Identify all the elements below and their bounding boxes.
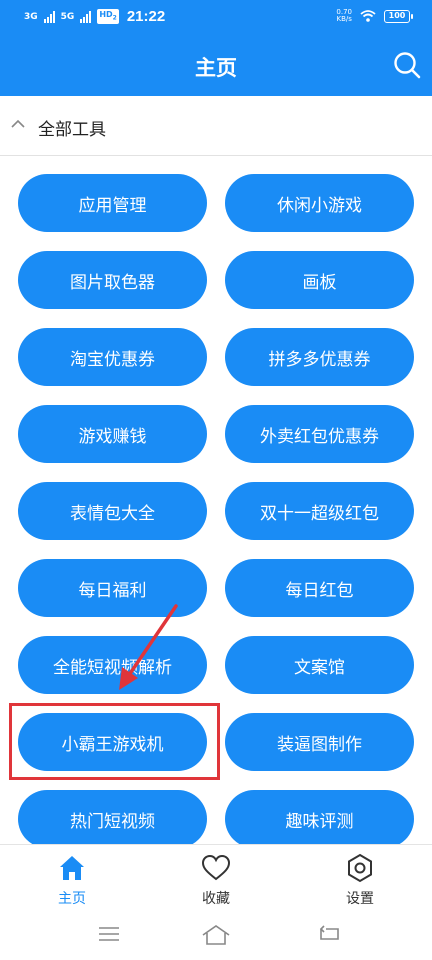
clock: 21:22	[126, 8, 166, 25]
network-speed: 0.70 KB/s	[336, 8, 352, 23]
chevron-up-icon	[11, 119, 25, 128]
tool-button-hot-short-videos[interactable]: 热门短视频	[18, 790, 207, 844]
tool-button-color-picker[interactable]: 图片取色器	[18, 251, 207, 309]
tool-button-game-earnings[interactable]: 游戏赚钱	[18, 405, 207, 463]
hd-badge: HD2	[97, 9, 119, 24]
heart-icon	[201, 854, 231, 881]
all-tools-section-toggle[interactable]: 全部工具	[0, 96, 432, 156]
nav-label-home: 主页	[58, 891, 86, 907]
page-title: 主页	[195, 56, 237, 80]
tool-button-casual-games[interactable]: 休闲小游戏	[225, 174, 414, 232]
tool-button-pinduoduo-coupons[interactable]: 拼多多优惠券	[225, 328, 414, 386]
settings-hexagon-icon	[348, 853, 372, 883]
tool-button-drawing-board[interactable]: 画板	[225, 251, 414, 309]
nav-item-settings[interactable]: 设置	[288, 845, 432, 913]
tool-button-copywriting[interactable]: 文案馆	[225, 636, 414, 694]
tool-button-fun-tests[interactable]: 趣味评测	[225, 790, 414, 844]
tool-button-double-eleven-red-packet[interactable]: 双十一超级红包	[225, 482, 414, 540]
signal-bars-icon	[80, 10, 92, 23]
tool-button-meme-maker[interactable]: 装逼图制作	[225, 713, 414, 771]
bottom-nav: 主页 收藏 设置	[0, 844, 432, 912]
tool-button-taobao-coupons[interactable]: 淘宝优惠券	[18, 328, 207, 386]
app-header: 3G 5G HD2 21:22 0.70 KB/s 100 主页	[0, 0, 432, 96]
home-icon	[60, 856, 84, 880]
tool-button-daily-benefits[interactable]: 每日福利	[18, 559, 207, 617]
status-bar: 3G 5G HD2 21:22 0.70 KB/s 100	[0, 0, 432, 34]
signal1-label: 3G	[24, 11, 38, 22]
section-title: 全部工具	[38, 120, 106, 140]
tool-button-app-manager[interactable]: 应用管理	[18, 174, 207, 232]
signal-bars-icon	[43, 10, 55, 23]
battery-indicator: 100	[384, 9, 413, 23]
tool-button-sticker-collection[interactable]: 表情包大全	[18, 482, 207, 540]
nav-item-favorites[interactable]: 收藏	[144, 845, 288, 913]
system-nav-bar	[0, 912, 432, 960]
back-icon[interactable]	[318, 924, 340, 944]
tool-button-takeout-coupons[interactable]: 外卖红包优惠券	[225, 405, 414, 463]
home-outline-icon[interactable]	[201, 924, 231, 946]
tool-button-video-parser[interactable]: 全能短视频解析	[18, 636, 207, 694]
nav-label-favorites: 收藏	[202, 891, 230, 907]
nav-item-home[interactable]: 主页	[0, 845, 144, 913]
wifi-icon	[360, 10, 376, 22]
tool-button-daily-red-packet[interactable]: 每日红包	[225, 559, 414, 617]
menu-icon[interactable]	[98, 924, 120, 944]
search-icon[interactable]	[392, 50, 422, 80]
nav-label-settings: 设置	[346, 891, 374, 907]
signal2-label: 5G	[60, 11, 75, 22]
highlight-box	[9, 703, 220, 780]
